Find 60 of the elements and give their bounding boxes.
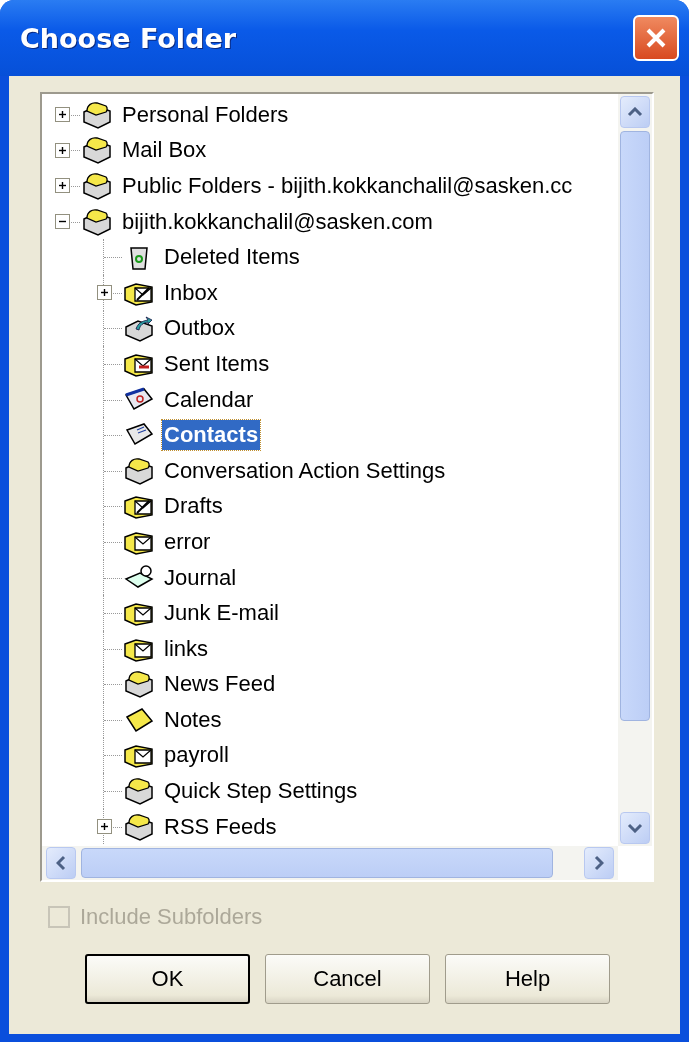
horizontal-scrollbar[interactable] [42, 846, 618, 880]
chevron-up-icon [627, 107, 643, 117]
folder-icon [122, 669, 156, 700]
folder-item[interactable]: Deleted Items [162, 242, 302, 273]
scroll-left-button[interactable] [46, 847, 76, 879]
window-title: Choose Folder [20, 22, 237, 54]
expand-toggle[interactable] [97, 819, 112, 835]
folder-item[interactable]: Contacts [162, 420, 261, 451]
folder-item[interactable]: bijith.kokkanchalil@sasken.com [120, 206, 435, 237]
folder-icon [80, 206, 114, 237]
folder-icon [122, 776, 156, 807]
expand-toggle[interactable] [97, 285, 112, 301]
dialog-button[interactable]: OK [85, 954, 250, 1004]
scroll-down-button[interactable] [620, 812, 650, 844]
folder-item[interactable]: Mail Box [120, 135, 209, 166]
expand-toggle[interactable] [55, 214, 70, 230]
dialog-button[interactable]: Help [445, 954, 610, 1004]
folder-item[interactable]: Personal Folders [120, 99, 291, 130]
folder-item[interactable]: Sent Items [162, 348, 272, 379]
plus-icon [57, 180, 68, 192]
expand-toggle[interactable] [55, 142, 70, 158]
folder-item[interactable]: Outbox [162, 313, 237, 344]
folder-item[interactable]: Notes [162, 704, 224, 735]
scroll-up-button[interactable] [620, 96, 650, 128]
folder-icon [80, 171, 114, 201]
vertical-scrollbar[interactable] [618, 94, 652, 846]
folder-item[interactable]: Calendar [162, 384, 256, 415]
folder-item[interactable]: RSS Feeds [162, 811, 279, 842]
folder-item[interactable]: Public Folders - bijith.kokkanchalil@sasken.cc [120, 171, 575, 201]
folder-item[interactable]: Inbox [162, 277, 220, 308]
plus-icon [57, 109, 68, 121]
plus-icon [57, 144, 68, 156]
chevron-down-icon [627, 823, 643, 833]
expand-toggle[interactable] [55, 107, 70, 123]
folder-item[interactable]: News Feed [162, 669, 278, 700]
chevron-right-icon [594, 855, 604, 871]
folder-item[interactable]: Quick Step Settings [162, 776, 360, 807]
folder-item[interactable]: error [162, 526, 213, 557]
plus-icon [99, 287, 110, 299]
scroll-right-button[interactable] [584, 847, 614, 879]
folder-icon [122, 455, 156, 486]
folder-item[interactable]: payroll [162, 740, 231, 771]
close-icon [644, 26, 668, 50]
folder-item[interactable]: links [162, 633, 210, 664]
expand-toggle[interactable] [55, 178, 70, 194]
chevron-left-icon [56, 855, 66, 871]
checkbox-label: Include Subfolders [80, 904, 263, 930]
close-button[interactable] [633, 15, 679, 61]
folder-item[interactable]: Conversation Action Settings [162, 455, 448, 486]
scroll-thumb[interactable] [620, 131, 650, 721]
folder-item[interactable]: Junk E-mail [162, 598, 281, 629]
folder-icon [122, 811, 156, 842]
folder-item[interactable]: Journal [162, 562, 239, 593]
dialog-button[interactable]: Cancel [265, 954, 430, 1004]
plus-icon [99, 821, 110, 833]
folder-icon [80, 135, 114, 166]
outbox-arrow-icon [122, 313, 156, 344]
scroll-thumb[interactable] [81, 848, 553, 878]
folder-item[interactable]: Drafts [162, 491, 225, 522]
folder-icon [80, 99, 114, 130]
